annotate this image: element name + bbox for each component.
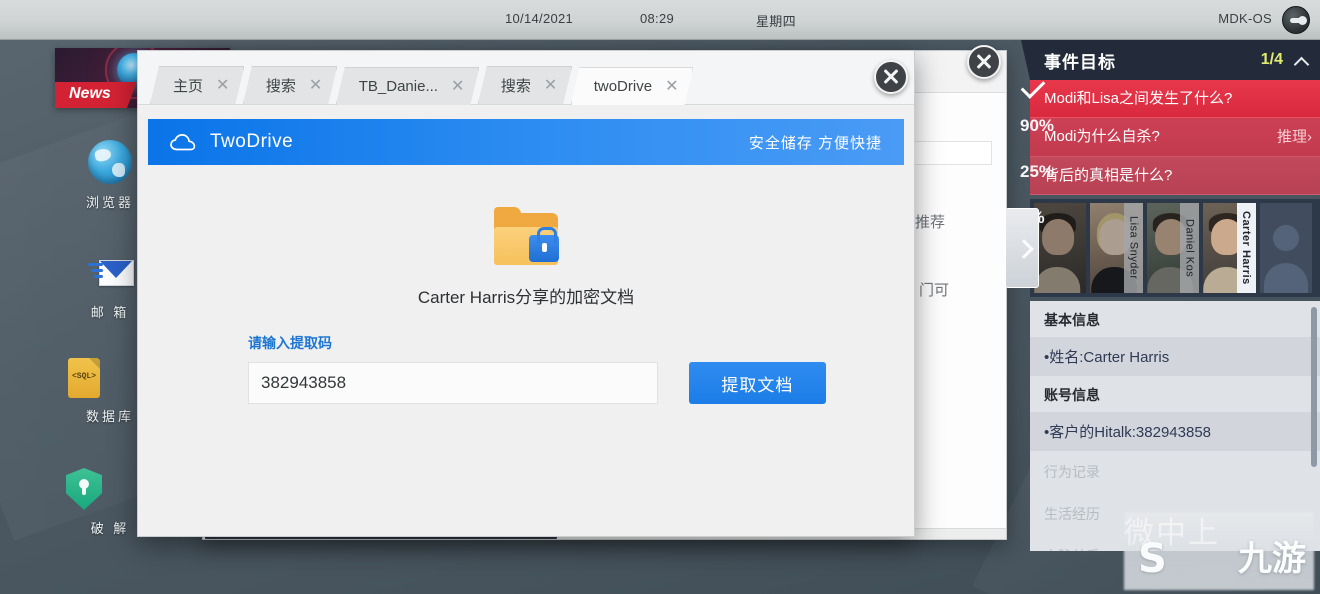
globe-icon [88, 140, 132, 184]
extraction-code-input[interactable] [248, 362, 658, 404]
os-logo-icon[interactable] [1282, 6, 1310, 34]
tab-tb-daniel[interactable]: TB_Danie... ✕ [336, 67, 480, 105]
sidebar-next-button[interactable] [1005, 208, 1039, 288]
locked-folder-icon [494, 207, 559, 267]
close-icon[interactable]: ✕ [665, 79, 678, 95]
twodrive-content: Carter Harris分享的加密文档 请输入提取码 提取文档 [148, 165, 904, 536]
goal-item-2[interactable]: Modi为什么自杀? 推理› [1030, 118, 1320, 157]
code-field-label: 请输入提取码 [248, 335, 332, 351]
system-status-bar: 10/14/2021 08:29 星期四 MDK-OS [0, 0, 1320, 40]
background-text-fragment-2: 门可 [919, 282, 950, 299]
character-portrait-carter[interactable]: Carter Harris [1203, 202, 1256, 293]
encrypted-folder-block: Carter Harris分享的加密文档 [148, 207, 904, 308]
goal-item-1[interactable]: Modi和Lisa之间发生了什么? [1030, 80, 1320, 119]
info-section-behavior[interactable]: 行为记录 [1030, 450, 1320, 493]
shield-icon [66, 468, 102, 510]
character-name: Lisa Snyder [1123, 202, 1143, 293]
game-sidebar: 90% 25% 0% 事件目标 1/4 Modi和Lisa之间发生了什么? Mo… [1020, 40, 1320, 594]
tab-label: 搜索 [265, 78, 296, 95]
info-panel-scrollbar[interactable] [1311, 306, 1317, 467]
info-row-hitalk[interactable]: •客户的Hitalk:382943858 [1030, 411, 1320, 451]
close-icon[interactable]: ✕ [544, 78, 557, 94]
site-brand: TwoDrive [210, 131, 294, 152]
tab-label: 搜索 [500, 78, 531, 95]
info-row-name[interactable]: •姓名:Carter Harris [1030, 336, 1320, 376]
extraction-code-form: 请输入提取码 提取文档 [248, 333, 826, 404]
system-date: 10/14/2021 [505, 11, 574, 26]
tab-search-1[interactable]: 搜索 ✕ [243, 66, 337, 104]
tab-home[interactable]: 主页 ✕ [150, 66, 244, 104]
info-section-heading: 基本信息 [1030, 300, 1320, 337]
info-section-life[interactable]: 生活经历 [1030, 492, 1320, 535]
dialog-close-button[interactable] [874, 60, 908, 94]
infer-link[interactable]: 推理› [1277, 126, 1312, 147]
info-section-heading: 账号信息 [1030, 375, 1320, 412]
tab-twodrive[interactable]: twoDrive ✕ [571, 67, 694, 105]
info-section-relations[interactable]: 人脉关系 [1030, 534, 1320, 551]
tab-search-2[interactable]: 搜索 ✕ [478, 66, 572, 104]
site-slogan: 安全储存 方便快捷 [748, 134, 882, 152]
close-icon[interactable]: ✕ [309, 78, 322, 94]
tab-label: twoDrive [593, 78, 653, 95]
system-os-name: MDK-OS [1218, 11, 1272, 26]
progress-value: 25% [1020, 162, 1055, 181]
folder-caption: Carter Harris分享的加密文档 [417, 288, 635, 307]
character-name: Carter Harris [1236, 202, 1256, 293]
progress-glimpse-column: 90% 25% 0% [1010, 40, 1066, 340]
character-portrait-strip[interactable]: Lisa Snyder Daniel Kos Carter Harris [1030, 198, 1320, 297]
goal-panel-header[interactable]: 事件目标 1/4 [1021, 40, 1320, 80]
sidebar-close-button[interactable] [967, 45, 1001, 79]
news-label: News [55, 82, 137, 108]
twodrive-dialog: 主页 ✕ 搜索 ✕ TB_Danie... ✕ 搜索 ✕ twoDrive ✕ [137, 50, 915, 537]
goal-text: Modi和Lisa之间发生了什么? [1044, 90, 1233, 107]
mail-icon [88, 250, 134, 294]
tab-label: TB_Danie... [358, 78, 438, 95]
cloud-icon [170, 133, 196, 151]
system-time: 08:29 [640, 11, 675, 26]
progress-value: 90% [1020, 116, 1055, 135]
character-name: Daniel Kos [1180, 202, 1200, 293]
screen: 10/14/2021 08:29 星期四 MDK-OS 浏览器 邮 箱 <SQL… [0, 0, 1320, 594]
check-icon [1020, 74, 1046, 99]
close-icon[interactable]: ✕ [451, 79, 464, 95]
sql-file-icon: <SQL> [68, 358, 100, 398]
system-weekday: 星期四 [756, 14, 796, 29]
goal-item-3[interactable]: 背后的真相是什么? [1030, 156, 1320, 195]
close-icon[interactable]: ✕ [216, 78, 229, 94]
goal-progress-count: 1/4 [1260, 51, 1283, 68]
chevron-up-icon[interactable] [1295, 54, 1308, 67]
tab-label: 主页 [173, 78, 204, 95]
extract-document-button[interactable]: 提取文档 [688, 362, 826, 404]
character-portrait-daniel[interactable]: Daniel Kos [1146, 202, 1200, 293]
character-portrait-placeholder[interactable] [1259, 202, 1313, 293]
character-info-panel: 基本信息 •姓名:Carter Harris 账号信息 •客户的Hitalk:3… [1030, 300, 1320, 551]
lock-badge-icon [529, 227, 559, 262]
character-portrait-lisa[interactable]: Lisa Snyder [1090, 202, 1143, 293]
sql-file-tag: <SQL> [71, 372, 96, 381]
twodrive-site-header: TwoDrive 安全储存 方便快捷 [148, 119, 904, 165]
background-text-fragment-1: 推荐 [915, 214, 946, 231]
browser-tab-strip: 主页 ✕ 搜索 ✕ TB_Danie... ✕ 搜索 ✕ twoDrive ✕ [138, 51, 914, 105]
